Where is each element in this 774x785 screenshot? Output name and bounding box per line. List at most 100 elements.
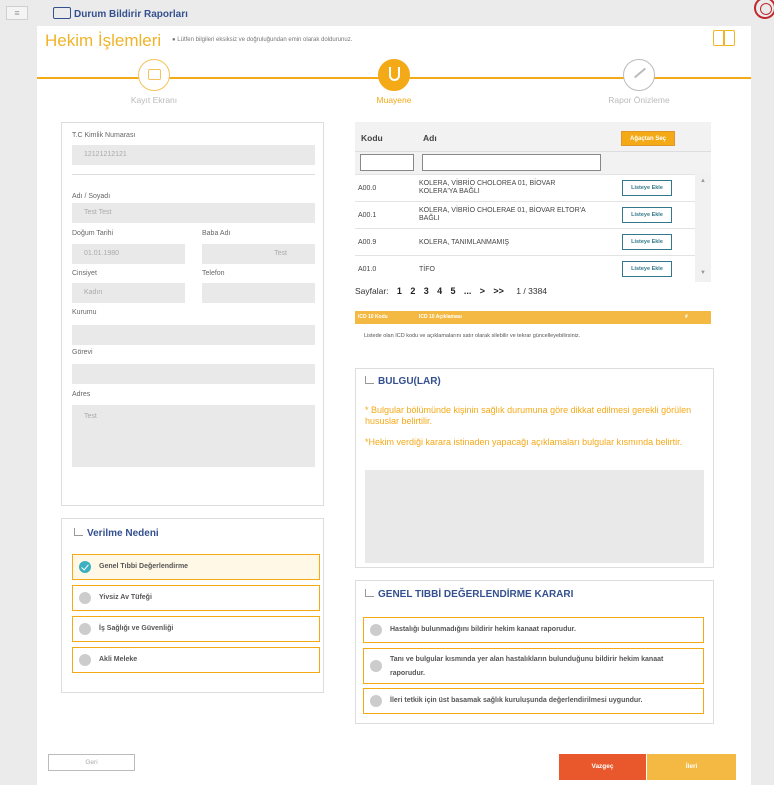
decision-title-text: GENEL TIBBİ DEĞERLENDİRME KARARI: [378, 589, 574, 600]
table-row: A00.1 KOLERA, VİBRİO CHOLERAE 01, BİOVAR…: [355, 201, 695, 228]
pager-label: Sayfalar:: [355, 286, 389, 296]
next-button[interactable]: İleri: [647, 754, 736, 780]
add-to-list-button[interactable]: Listeye Ekle: [622, 207, 672, 223]
icd-name: KOLERA, VİBRİO CHOLERAE 01, BİOVAR ELTOR…: [419, 207, 586, 222]
chart-icon: [365, 589, 374, 597]
divider: [72, 174, 315, 175]
page-link[interactable]: 3: [424, 286, 429, 296]
tree-select-button[interactable]: Ağaçtan Seç: [621, 131, 675, 146]
name-field[interactable]: Test Test: [72, 203, 315, 223]
menu-button[interactable]: ≡: [6, 6, 28, 20]
radio-icon: [79, 654, 91, 666]
bulgu-hint-1: * Bulgular bölümünde kişinin sağlık duru…: [365, 405, 692, 426]
icd-code: A00.1: [358, 212, 377, 219]
tc-label: T.C Kimlik Numarası: [72, 132, 136, 139]
reason-option-label: Genel Tıbbi Değerlendirme: [99, 563, 189, 570]
bulgu-textarea[interactable]: [365, 470, 704, 563]
tc-field[interactable]: 12121212121: [72, 145, 315, 165]
reason-title-text: Verilme Nedeni: [87, 528, 159, 539]
icd-code: A01.0: [358, 266, 377, 273]
reason-option-is-sagligi[interactable]: İş Sağlığı ve Güvenliği: [72, 616, 320, 642]
radio-icon: [79, 623, 91, 635]
table-row: A00.0 KOLERA, VİBRİO CHOLOREA 01, BİOVAR…: [355, 174, 695, 201]
code-filter-input[interactable]: [360, 154, 414, 171]
gender-field[interactable]: Kadın: [72, 283, 185, 303]
app-title: Durum Bildirir Raporları: [53, 7, 188, 20]
icd-card: Kodu Adı Ağaçtan Seç A00.0 KOLERA, VİBRİ…: [355, 122, 711, 351]
selected-icd-header: ICD 10 Kodu ICD 10 Açıklaması #: [355, 311, 711, 324]
selected-col-hash: #: [685, 314, 688, 320]
decision-option-3[interactable]: İleri tetkik için üst basamak sağlık kur…: [363, 688, 704, 714]
pagination: Sayfalar: 1 2 3 4 5 ... > >> 1 / 3384: [355, 286, 553, 296]
reason-title: Verilme Nedeni: [74, 528, 159, 539]
page-link[interactable]: 5: [450, 286, 455, 296]
chart-icon: [74, 528, 83, 536]
birth-label: Doğum Tarihi: [72, 230, 114, 237]
org-field[interactable]: [72, 325, 315, 345]
main-panel: Hekim İşlemleri ● Lütfen bilgileri eksik…: [37, 26, 751, 785]
page-link[interactable]: 4: [437, 286, 442, 296]
table-row: A01.0 TİFO Listeye Ekle: [355, 255, 695, 282]
ministry-logo-icon: [754, 0, 774, 19]
report-icon: [53, 7, 71, 19]
bulgu-title: BULGU(LAR): [365, 376, 441, 387]
reason-option-genel[interactable]: Genel Tıbbi Değerlendirme: [72, 554, 320, 580]
address-label: Adres: [72, 391, 91, 398]
name-filter-input[interactable]: [422, 154, 601, 171]
patient-card: T.C Kimlik Numarası 12121212121 Adı / So…: [61, 122, 324, 506]
decision-option-1[interactable]: Hastalığı bulunmadığını bildirir hekim k…: [363, 617, 704, 643]
filter-row: [355, 152, 711, 174]
selected-col-code: ICD 10 Kodu: [358, 314, 388, 320]
next-page-link[interactable]: >: [480, 286, 485, 296]
address-field[interactable]: Test: [72, 405, 315, 467]
phone-field[interactable]: [202, 283, 315, 303]
icd-name: KOLERA, VİBRİO CHOLOREA 01, BİOVAR KOLER…: [419, 180, 556, 195]
phone-label: Telefon: [202, 270, 225, 277]
radio-icon: [370, 624, 382, 636]
book-icon[interactable]: [713, 30, 735, 46]
last-page-link[interactable]: >>: [493, 286, 504, 296]
decision-option-2[interactable]: Tanı ve bulgular kısmında yer alan hasta…: [363, 648, 704, 684]
table-scrollbar[interactable]: ▲ ▼: [695, 174, 711, 282]
icd-table-header: Kodu Adı Ağaçtan Seç: [355, 122, 711, 152]
step-label: Muayene: [376, 95, 412, 105]
scroll-down-icon[interactable]: ▼: [700, 270, 706, 276]
birth-field[interactable]: 01.01.1980: [72, 244, 185, 264]
add-to-list-button[interactable]: Listeye Ekle: [622, 261, 672, 277]
icd-note: Listede olan ICD kodu ve açıklamalarını …: [364, 333, 581, 339]
decision-card: GENEL TIBBİ DEĞERLENDİRME KARARI Hastalı…: [355, 580, 714, 724]
stethoscope-icon: [378, 59, 410, 91]
bulgu-title-text: BULGU(LAR): [378, 376, 441, 387]
page-link[interactable]: 1: [397, 286, 402, 296]
reason-option-yivsiz[interactable]: Yivsiz Av Tüfeği: [72, 585, 320, 611]
radio-icon: [370, 695, 382, 707]
step-kayit[interactable]: Kayıt Ekranı: [94, 59, 214, 105]
page-note-text: Lütfen bilgileri eksiksiz ve doğruluğund…: [177, 37, 353, 43]
add-to-list-button[interactable]: Listeye Ekle: [622, 180, 672, 196]
icd-code: A00.9: [358, 239, 377, 246]
org-label: Kurumu: [72, 309, 97, 316]
step-label: Rapor Önizleme: [608, 95, 670, 105]
page-link[interactable]: 2: [410, 286, 415, 296]
reason-card: Verilme Nedeni Genel Tıbbi Değerlendirme…: [61, 518, 324, 693]
step-rapor[interactable]: Rapor Önizleme: [579, 59, 699, 105]
selected-col-desc: ICD 10 Açıklaması: [419, 314, 462, 320]
reason-option-akli-meleke[interactable]: Akli Meleke: [72, 647, 320, 673]
icd-name: KOLERA, TANIMLANMAMIŞ: [419, 239, 509, 246]
cancel-button[interactable]: Vazgeç: [559, 754, 646, 780]
radio-icon: [370, 660, 382, 672]
bulgu-hint-2: *Hekim verdiği karara istinaden yapacağı…: [365, 437, 683, 447]
step-label: Kayıt Ekranı: [130, 95, 178, 105]
id-card-icon: [138, 59, 170, 91]
add-to-list-button[interactable]: Listeye Ekle: [622, 234, 672, 250]
check-icon: [79, 561, 91, 573]
back-button[interactable]: Geri: [48, 754, 135, 771]
icd-col-name: Adı: [423, 133, 437, 143]
scroll-up-icon[interactable]: ▲: [700, 178, 706, 184]
father-field[interactable]: Test: [202, 244, 315, 264]
duty-field[interactable]: [72, 364, 315, 384]
step-muayene[interactable]: Muayene: [334, 59, 454, 105]
app-title-text: Durum Bildirir Raporları: [74, 9, 188, 20]
page-ellipsis: ...: [463, 286, 472, 296]
radio-icon: [79, 592, 91, 604]
